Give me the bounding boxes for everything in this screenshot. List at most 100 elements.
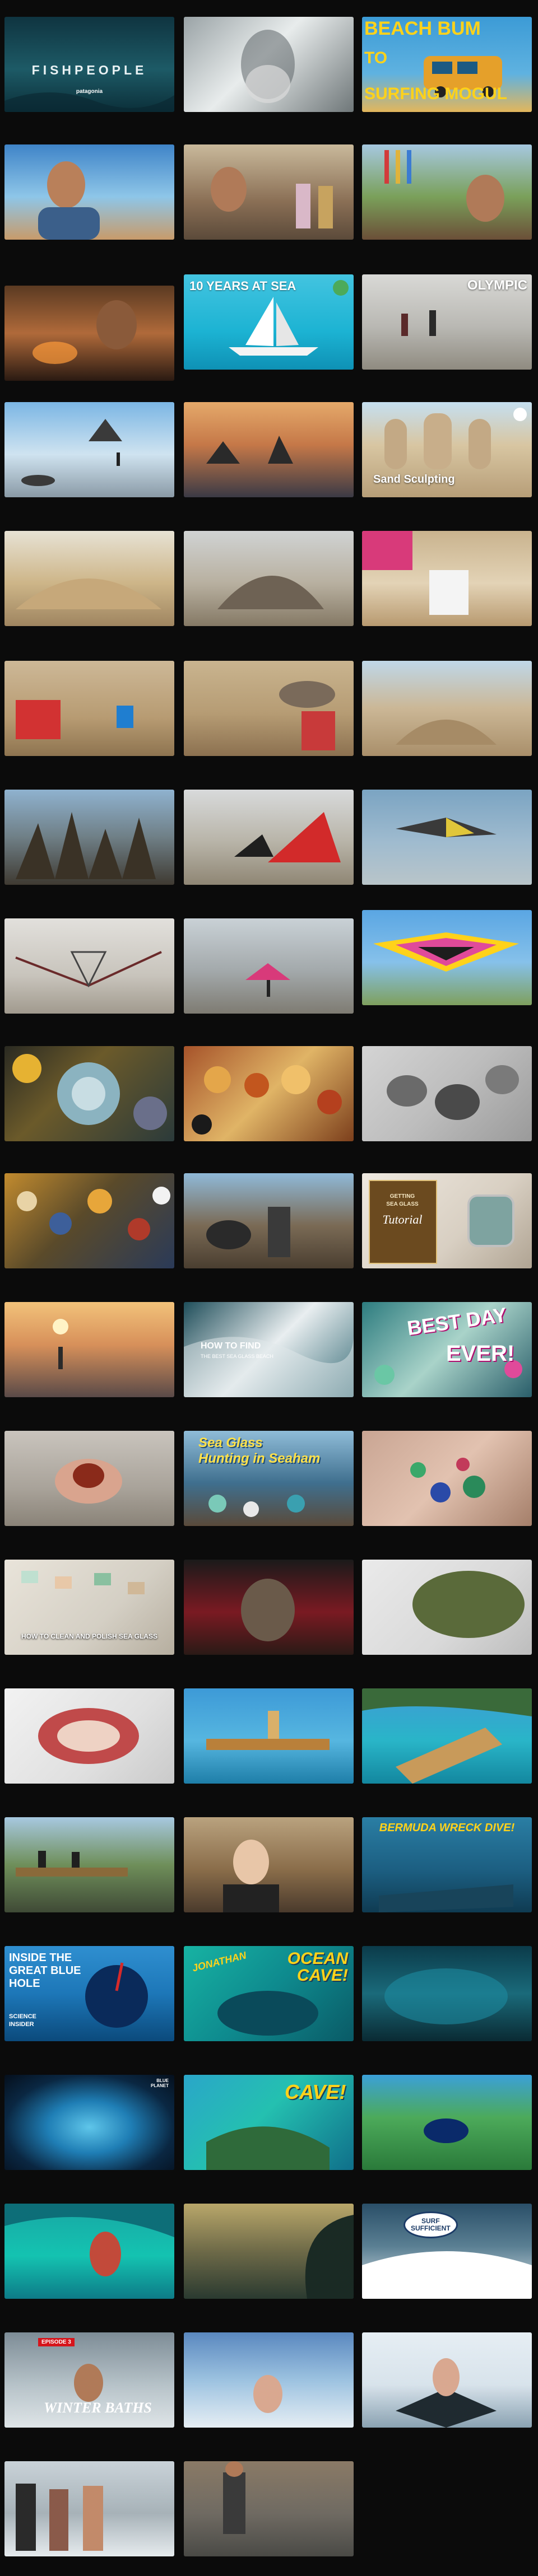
thumbnail-stunt-kite-sky[interactable] [362, 790, 532, 885]
surfer-shape [4, 2204, 174, 2276]
thumbnail-winter-swimmers-snow[interactable] [4, 2461, 174, 2556]
video-title-line-2: CAVE! [296, 1966, 348, 1985]
person-shape [38, 161, 100, 240]
thumbnail-blue-hole-aerial[interactable] [362, 2075, 532, 2170]
thumbnail-polished-stone-hands[interactable] [184, 1560, 354, 1655]
thumbnail-sand-pile-beach[interactable] [362, 661, 532, 756]
thumbnail-beach-glass-pebbles[interactable] [4, 1046, 174, 1141]
thumbnail-kite-flyer-beach[interactable] [184, 918, 354, 1014]
thumbnail-jonathan-ocean-cave[interactable]: JONATHAN OCEAN CAVE! [184, 1946, 354, 2041]
channel-badge-line-1: BLUE [156, 2078, 169, 2083]
thumbnail-beachcomber-driftwood[interactable] [184, 1173, 354, 1268]
sea-glass-shape [410, 1458, 485, 1502]
thumbnail-ice-hole-swim[interactable] [362, 2332, 532, 2428]
video-title: BERMUDA WRECK DIVE! [379, 1822, 515, 1834]
thumbnail-inside-the-great-blue-hole[interactable]: INSIDE THE GREAT BLUE HOLE SCIENCE INSID… [4, 1946, 174, 2041]
thumbnail-bearded-man-underwater[interactable] [184, 17, 354, 112]
thumbnail-sunset-sea-stacks[interactable] [184, 402, 354, 497]
video-title-line-3: SURFING MOGUL [364, 85, 507, 103]
person-shape [211, 167, 333, 228]
thumbnail-how-to-clean-sea-glass[interactable]: HOW TO CLEAN AND POLISH SEA GLASS [4, 1560, 174, 1655]
thumbnail-sea-glass-hunting-seaham[interactable]: Sea Glass Hunting in Seaham [184, 1431, 354, 1526]
thumbnail-red-agate-slice[interactable] [4, 1688, 174, 1784]
thumbnail-selfie-shrine-flags[interactable] [362, 144, 532, 240]
pebbles-shape [192, 1065, 342, 1135]
thumbnail-ten-years-at-sea[interactable]: 10 YEARS AT SEA [184, 274, 354, 370]
thumbnail-colorful-pebbles[interactable] [4, 1173, 174, 1268]
episode-badge: EPISODE 3 [38, 2338, 75, 2346]
blue-hole-shape [424, 2118, 469, 2143]
thumbnail-best-day-ever[interactable]: BEST DAY EVER! [362, 1302, 532, 1397]
thumbnail-olympic-beach-walk[interactable]: OLYMPIC [362, 274, 532, 370]
portrait-shape [241, 30, 295, 103]
video-title: WINTER BATHS [44, 2400, 152, 2416]
pebbles-shape [387, 1065, 519, 1120]
thumbnail-sand-castle-towers[interactable] [184, 661, 354, 756]
person-shape [253, 2375, 282, 2413]
rock-shape [21, 419, 122, 486]
thumbnail-surfer-wave[interactable] [4, 2204, 174, 2299]
thumbnail-smiling-woman-boatyard[interactable] [184, 1817, 354, 1912]
thumbnail-hand-holding-stone[interactable] [4, 1431, 174, 1526]
wave-shape [305, 2215, 354, 2299]
fire-shape [33, 300, 137, 364]
thumbnail-sea-glass-in-palm[interactable] [362, 1431, 532, 1526]
thumbnail-bucket-sand-pour[interactable] [362, 531, 532, 626]
thumbnail-sand-sculpting[interactable]: Sand Sculpting [362, 402, 532, 497]
thumbnail-getting-sea-glass-tutorial[interactable]: GETTING SEA GLASS Tutorial [362, 1173, 532, 1268]
thumbnail-selfie-peace-sign[interactable] [4, 144, 174, 240]
stone-shape [241, 1579, 295, 1641]
cave-shape [384, 1968, 508, 2024]
raft-shape [16, 1851, 128, 1877]
thumbnail-agate-stones[interactable] [184, 1046, 354, 1141]
thumbnail-sand-dragon-sculpture[interactable] [184, 531, 354, 626]
thumbnail-pebbles-macro[interactable] [362, 1046, 532, 1141]
video-title: 10 YEARS AT SEA [189, 279, 296, 293]
thumbnail-barrel-wave-sunset[interactable] [184, 2204, 354, 2299]
thumbnail-surf-sufficient[interactable]: SURF SUFFICIENT [362, 2204, 532, 2299]
kite-shape [15, 951, 162, 988]
thumbnail-diver-cave-underwater[interactable] [362, 1946, 532, 2041]
thumbnail-selfie-street-japan[interactable] [184, 144, 354, 240]
thumbnail-sunset-shore[interactable] [4, 1302, 174, 1397]
person-shape [223, 1840, 279, 1912]
thumbnail-big-stunt-kite[interactable] [362, 910, 532, 1005]
thumbnail-bamboo-raft-aerial[interactable] [362, 1688, 532, 1784]
thumbnail-cave-aerial-island[interactable]: CAVE! [184, 2075, 354, 2170]
thumbnail-raft-crew-river[interactable] [4, 1817, 174, 1912]
thumbnail-sea-stacks-beach[interactable] [4, 402, 174, 497]
channel-label-line-2: INSIDER [9, 2021, 34, 2028]
channel-label-line-1: SCIENCE [9, 2013, 36, 2020]
person-shape [16, 700, 133, 739]
thumbnail-campfire-selfie[interactable] [4, 286, 174, 381]
sculpture-shape [217, 576, 324, 609]
thumbnail-how-to-find-sea-glass[interactable]: HOW TO FIND THE BEST SEA GLASS BEACH [184, 1302, 354, 1397]
thumbnail-drip-castle[interactable] [4, 790, 174, 885]
person-shape [206, 1207, 290, 1257]
thumbnail-beach-bum-to-surfing-mogul[interactable]: BEACH BUM TO SURFING MOGUL [362, 17, 532, 112]
thumbnail-kites-on-beach[interactable] [184, 790, 354, 885]
thumbnail-winter-baths[interactable]: EPISODE 3 WINTER BATHS [4, 2332, 174, 2428]
thumbnail-green-jasper-stone[interactable] [362, 1560, 532, 1655]
brand-label: patagonia [76, 88, 103, 95]
thumbnail-sand-castle-sculpture[interactable] [4, 531, 174, 626]
thumbnail-fishpeople[interactable]: FISHPEOPLE patagonia [4, 17, 174, 112]
thumbnail-underwater-cave-opening[interactable]: BLUE PLANET [4, 2075, 174, 2170]
thumbnail-bermuda-wreck-dive[interactable]: BERMUDA WRECK DIVE! [362, 1817, 532, 1912]
video-title: OLYMPIC [467, 278, 527, 293]
thumbnail-kite-indoors[interactable] [4, 918, 174, 1014]
title-line-3: Tutorial [382, 1212, 423, 1226]
bucket-shape [362, 531, 469, 615]
video-title-line-2: TO [364, 49, 388, 67]
video-title: HOW TO FIND [201, 1341, 261, 1351]
video-title: FISHPEOPLE [31, 63, 147, 77]
thumbnail-ice-bath-lake[interactable] [184, 2332, 354, 2428]
stone-shape [412, 1571, 525, 1638]
kite-shape [245, 963, 290, 997]
thumbnail-raft-on-water[interactable] [184, 1688, 354, 1784]
thumbnail-man-on-tidal-flat[interactable] [184, 2461, 354, 2556]
title-line-1: GETTING [389, 1193, 415, 1200]
thumbnail-kids-building-sand[interactable] [4, 661, 174, 756]
video-title-line-1: OCEAN [287, 1949, 348, 1968]
video-title-line-2: Hunting in Seaham [198, 1451, 321, 1466]
